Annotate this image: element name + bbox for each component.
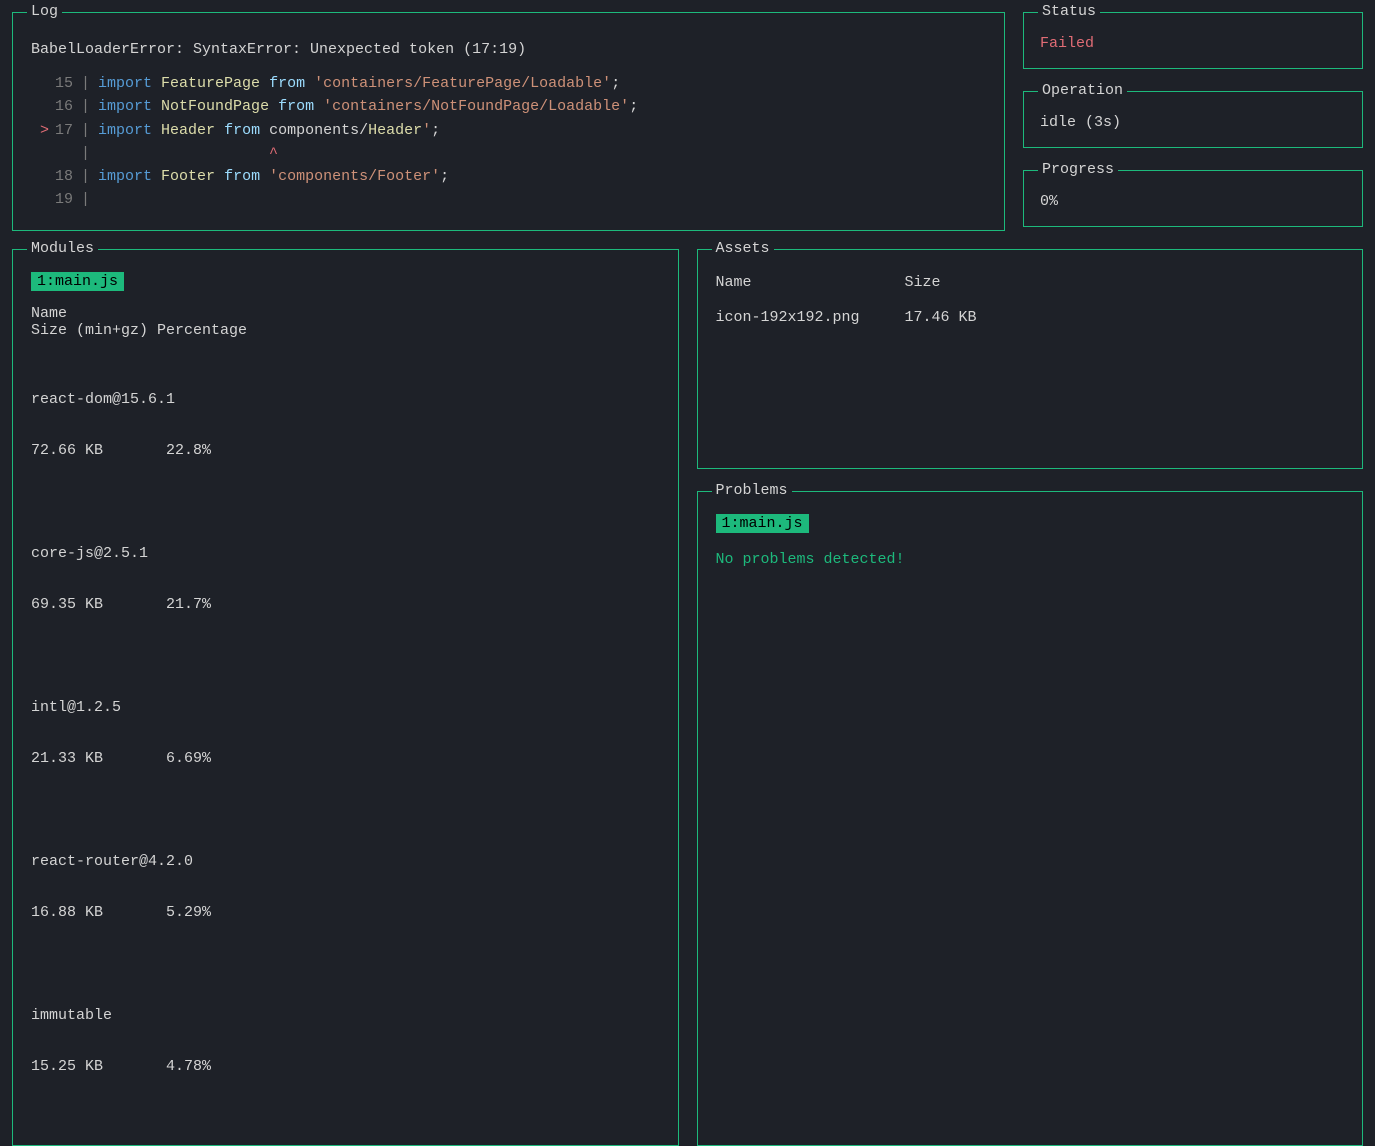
assets-header: Name Size xyxy=(716,274,1345,291)
module-row: react-router@4.2.0 16.88 KB 5.29% xyxy=(31,819,660,955)
log-panel: Log BabelLoaderError: SyntaxError: Unexp… xyxy=(12,12,1005,231)
operation-title: Operation xyxy=(1038,82,1127,99)
module-row: immutable 15.25 KB 4.78% xyxy=(31,973,660,1109)
module-row: react-dom@15.6.1 72.66 KB 22.8% xyxy=(31,357,660,493)
status-title: Status xyxy=(1038,3,1100,20)
right-column: Status Failed Operation idle (3s) Progre… xyxy=(1023,12,1363,231)
code-line-15: 15|import FeaturePage from 'containers/F… xyxy=(31,72,986,95)
problems-badge[interactable]: 1:main.js xyxy=(716,514,809,533)
modules-header-size: Size (min+gz) Percentage xyxy=(31,322,660,339)
problems-title: Problems xyxy=(712,482,792,499)
modules-badge[interactable]: 1:main.js xyxy=(31,272,124,291)
operation-panel: Operation idle (3s) xyxy=(1023,91,1363,148)
modules-header-name: Name xyxy=(31,305,660,322)
code-line-18: 18|import Footer from 'components/Footer… xyxy=(31,165,986,188)
status-value: Failed xyxy=(1040,35,1346,52)
error-caret-line: | ^ xyxy=(31,142,986,165)
progress-title: Progress xyxy=(1038,161,1118,178)
code-line-16: 16|import NotFoundPage from 'containers/… xyxy=(31,95,986,118)
module-row: core-js@2.5.1 69.35 KB 21.7% xyxy=(31,511,660,647)
progress-value: 0% xyxy=(1040,193,1346,210)
modules-title: Modules xyxy=(27,240,98,257)
asset-row: icon-192x192.png 17.46 KB xyxy=(716,309,1345,326)
modules-panel: Modules 1:main.js Name Size (min+gz) Per… xyxy=(12,249,679,1146)
modules-header: Name Size (min+gz) Percentage xyxy=(31,305,660,339)
code-line-17: >17|import Header from components/Header… xyxy=(31,119,986,142)
assets-title: Assets xyxy=(712,240,774,257)
assets-panel: Assets Name Size icon-192x192.png 17.46 … xyxy=(697,249,1364,469)
log-title: Log xyxy=(27,3,62,20)
error-message: BabelLoaderError: SyntaxError: Unexpecte… xyxy=(31,41,986,58)
code-line-19: 19| xyxy=(31,188,986,211)
code-block: 15|import FeaturePage from 'containers/F… xyxy=(31,72,986,212)
progress-panel: Progress 0% xyxy=(1023,170,1363,227)
error-marker-icon: > xyxy=(31,119,49,142)
module-row: intl@1.2.5 21.33 KB 6.69% xyxy=(31,665,660,801)
status-panel: Status Failed xyxy=(1023,12,1363,69)
no-problems-message: No problems detected! xyxy=(716,551,1345,568)
problems-panel: Problems 1:main.js No problems detected! xyxy=(697,491,1364,1146)
operation-value: idle (3s) xyxy=(1040,114,1346,131)
caret-icon: ^ xyxy=(269,142,278,165)
